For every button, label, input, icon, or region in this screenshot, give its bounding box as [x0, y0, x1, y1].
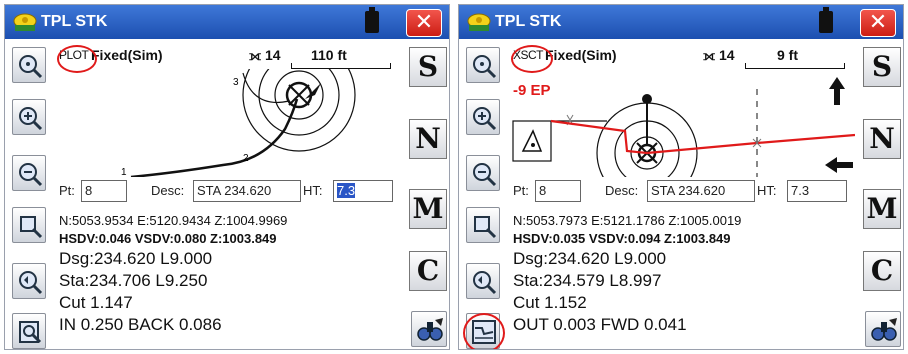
zoom-extents-button[interactable]: [12, 47, 46, 83]
zoom-out-button[interactable]: [12, 155, 46, 191]
zoom-previous-icon: [473, 271, 497, 295]
desc-field[interactable]: STA 234.620: [647, 180, 755, 202]
coordinates-text: N:5053.7973 E:5121.1786 Z:1005.0019: [513, 213, 742, 228]
cross-section-canvas: -9 EP: [512, 77, 855, 177]
next-button[interactable]: N: [409, 119, 447, 159]
desc-label: Desc:: [151, 183, 185, 198]
zoom-in-button[interactable]: [466, 99, 500, 135]
zoom-window-icon: [20, 216, 43, 239]
cut-text: Cut 1.152: [513, 293, 587, 312]
ht-value: 7.3: [337, 183, 356, 198]
plan-view-canvas: 3 2 1: [121, 69, 356, 177]
battery-icon: [365, 7, 379, 33]
pt-label: Pt:: [513, 183, 529, 198]
pt-field[interactable]: 8: [535, 180, 581, 202]
point-entry-row: Pt: 8 Desc: STA 234.620 HT: 7.3: [53, 179, 401, 205]
app-logo-icon: [13, 13, 37, 31]
zoom-in-button[interactable]: [12, 99, 46, 135]
map-label: 2: [243, 153, 249, 164]
desc-field[interactable]: STA 234.620: [193, 180, 301, 202]
layers-icon: [19, 321, 42, 344]
ep-label: -9 EP: [513, 82, 551, 99]
store-button[interactable]: S: [863, 47, 901, 87]
direction-text: IN 0.250 BACK 0.086: [59, 315, 222, 334]
window-title: TPL STK: [41, 13, 108, 30]
arrow-left-icon: [825, 157, 853, 173]
binoculars-button[interactable]: [865, 311, 901, 347]
zoom-window-icon: [474, 216, 497, 239]
zoom-out-icon: [19, 163, 43, 187]
status-bar: PLOT Fixed(Sim) ⟗ 14 110 ft: [53, 45, 401, 71]
zoom-previous-icon: [19, 271, 43, 295]
satellite-icon: ⟗: [249, 47, 262, 63]
cut-text: Cut 1.147: [59, 293, 133, 312]
close-button[interactable]: ✕: [406, 9, 442, 37]
battery-icon: [819, 7, 833, 33]
left-toolbar: [5, 41, 51, 349]
satellite-icon: ⟗: [703, 47, 716, 63]
pt-label: Pt:: [59, 183, 75, 198]
ht-label: HT:: [303, 183, 323, 198]
next-button[interactable]: N: [863, 119, 901, 159]
right-screen: TPL STK ✕ XSCT Fixed(Sim) ⟗ 14 9 ft -9 E…: [458, 4, 904, 350]
zoom-out-button[interactable]: [466, 155, 500, 191]
desc-label: Desc:: [605, 183, 639, 198]
plan-map[interactable]: 3 2 1: [53, 69, 401, 177]
station-text: Sta:234.579 L8.997: [513, 271, 662, 290]
configure-button[interactable]: C: [409, 251, 447, 291]
binoculars-icon: [871, 318, 897, 341]
map-label: 1: [121, 167, 127, 177]
coordinates-text: N:5053.9534 E:5120.9434 Z:1004.9969: [59, 213, 288, 228]
app-logo-icon: [467, 13, 491, 31]
satellite-count: 14: [719, 47, 735, 63]
binoculars-button[interactable]: [411, 311, 447, 347]
station-text: Sta:234.706 L9.250: [59, 271, 208, 290]
ht-label: HT:: [757, 183, 777, 198]
gps-fix-status: Fixed(Sim): [545, 47, 617, 63]
gps-fix-status: Fixed(Sim): [91, 47, 163, 63]
store-button[interactable]: S: [409, 47, 447, 87]
pt-field[interactable]: 8: [81, 180, 127, 202]
zoom-in-icon: [473, 107, 497, 131]
zoom-previous-button[interactable]: [12, 263, 46, 299]
highlight-circle: [463, 313, 505, 349]
right-toolbar: S N M C: [857, 41, 903, 349]
zoom-extents-icon: [473, 55, 497, 79]
window-title: TPL STK: [495, 13, 562, 30]
cross-section-map[interactable]: -9 EP: [507, 69, 855, 177]
title-bar: TPL STK ✕: [5, 5, 449, 39]
sdv-text: HSDV:0.035 VSDV:0.094 Z:1003.849: [513, 231, 731, 246]
zoom-window-button[interactable]: [466, 207, 500, 243]
menu-button[interactable]: M: [863, 189, 901, 229]
close-button[interactable]: ✕: [860, 9, 896, 37]
map-label: 3: [233, 77, 239, 88]
configure-button[interactable]: C: [863, 251, 901, 291]
scale-distance: 110 ft: [311, 47, 347, 63]
satellite-count: 14: [265, 47, 281, 63]
zoom-out-icon: [473, 163, 497, 187]
zoom-previous-button[interactable]: [466, 263, 500, 299]
binoculars-icon: [417, 318, 443, 341]
direction-text: OUT 0.003 FWD 0.041: [513, 315, 687, 334]
layers-button[interactable]: [12, 313, 46, 349]
right-toolbar: S N M C: [403, 41, 449, 349]
scale-distance: 9 ft: [777, 47, 798, 63]
title-bar: TPL STK ✕: [459, 5, 903, 39]
ht-field[interactable]: 7.3: [333, 180, 393, 202]
design-station-text: Dsg:234.620 L9.000: [59, 249, 213, 268]
status-bar: XSCT Fixed(Sim) ⟗ 14 9 ft: [507, 45, 855, 71]
sdv-text: HSDV:0.046 VSDV:0.080 Z:1003.849: [59, 231, 277, 246]
left-toolbar: [459, 41, 505, 349]
zoom-extents-icon: [19, 55, 43, 79]
arrow-up-icon: [829, 77, 845, 105]
menu-button[interactable]: M: [409, 189, 447, 229]
zoom-extents-button[interactable]: [466, 47, 500, 83]
point-entry-row: Pt: 8 Desc: STA 234.620 HT: 7.3: [507, 179, 855, 205]
left-screen: TPL STK ✕ PLOT Fixed(Sim) ⟗ 14 110 ft 3 …: [4, 4, 450, 350]
design-station-text: Dsg:234.620 L9.000: [513, 249, 667, 268]
ht-field[interactable]: 7.3: [787, 180, 847, 202]
zoom-in-icon: [19, 107, 43, 131]
zoom-window-button[interactable]: [12, 207, 46, 243]
